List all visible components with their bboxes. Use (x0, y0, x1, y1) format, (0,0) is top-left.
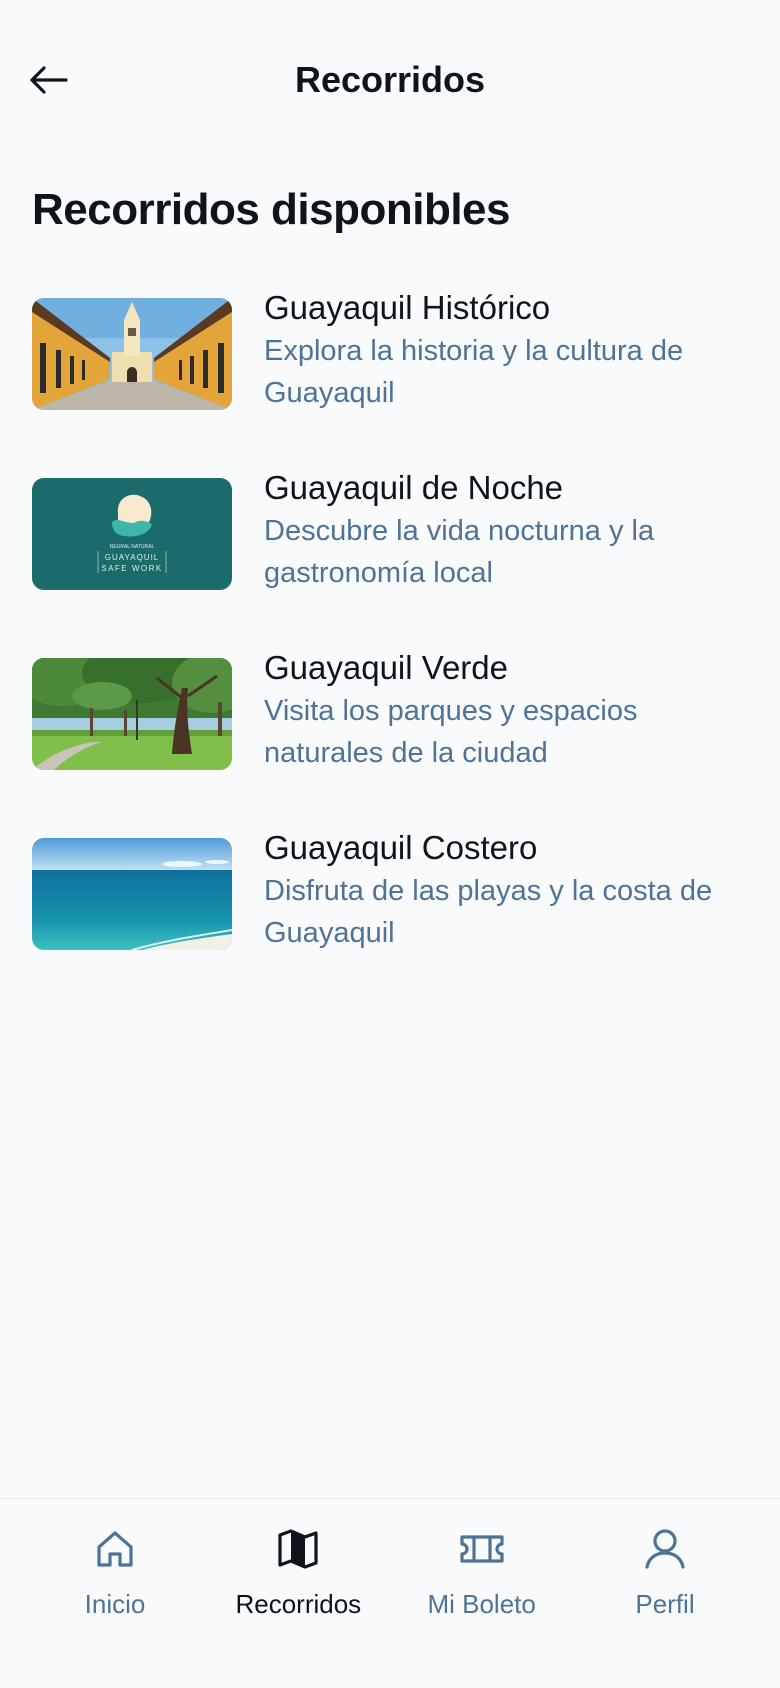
tour-item-historico[interactable]: Guayaquil Histórico Explora la historia … (32, 289, 756, 476)
app-screen: Recorridos Recorridos disponibles Guayaq… (0, 0, 780, 1688)
tour-description: Explora la historia y la cultura de Guay… (264, 335, 684, 409)
park-trees-image (32, 658, 232, 770)
logo-text-line-3: SAFE WORK (101, 564, 163, 573)
ticket-icon (460, 1535, 504, 1563)
header: Recorridos (0, 0, 780, 160)
tour-name: Guayaquil Costero (264, 829, 538, 866)
tour-item-verde[interactable]: Guayaquil Verde Visita los parques y esp… (32, 649, 756, 836)
nav-item-perfil[interactable]: Perfil (590, 1499, 740, 1688)
tour-description: Descubre la vida nocturna y la gastronom… (264, 515, 655, 589)
tour-text: Guayaquil Verde Visita los parques y esp… (264, 649, 756, 774)
nav-item-mi-boleto[interactable]: Mi Boleto (407, 1499, 557, 1688)
logo-text-line-1: NEURAL NATURAL (110, 544, 155, 550)
tour-text: Guayaquil Histórico Explora la historia … (264, 289, 756, 414)
page-title: Recorridos (294, 59, 486, 100)
section-title: Recorridos disponibles (32, 185, 510, 234)
nav-label: Recorridos (235, 1589, 362, 1619)
historic-street-church-image (32, 298, 232, 410)
nav-label: Mi Boleto (427, 1589, 536, 1619)
tour-description: Disfruta de las playas y la costa de Gua… (264, 875, 713, 949)
tour-name: Guayaquil de Noche (264, 469, 564, 506)
tour-text: Guayaquil de Noche Descubre la vida noct… (264, 469, 756, 594)
tour-item-noche[interactable]: NEURAL NATURAL GUAYAQUIL SAFE WORK Guaya… (32, 469, 756, 656)
guayaquil-safe-work-logo-image: NEURAL NATURAL GUAYAQUIL SAFE WORK (32, 478, 232, 590)
tour-list: Guayaquil Histórico Explora la historia … (32, 289, 756, 1016)
bottom-navigation: Inicio Recorridos Mi Boleto Perfil (0, 1498, 780, 1688)
user-icon (645, 1529, 685, 1569)
back-button[interactable] (28, 56, 84, 104)
nav-item-recorridos[interactable]: Recorridos (223, 1499, 373, 1688)
tour-item-costero[interactable]: Guayaquil Costero Disfruta de las playas… (32, 829, 756, 1016)
home-icon (97, 1531, 133, 1567)
arrow-left-icon (30, 66, 68, 94)
logo-text-line-2: GUAYAQUIL (105, 553, 160, 562)
tour-name: Guayaquil Histórico (264, 289, 551, 326)
tour-text: Guayaquil Costero Disfruta de las playas… (264, 829, 756, 954)
map-icon (278, 1529, 318, 1569)
nav-label: Perfil (635, 1589, 695, 1619)
ocean-beach-image (32, 838, 232, 950)
tour-name: Guayaquil Verde (264, 649, 509, 686)
nav-label: Inicio (84, 1589, 146, 1619)
nav-item-inicio[interactable]: Inicio (40, 1499, 190, 1688)
tour-description: Visita los parques y espacios naturales … (264, 695, 638, 769)
